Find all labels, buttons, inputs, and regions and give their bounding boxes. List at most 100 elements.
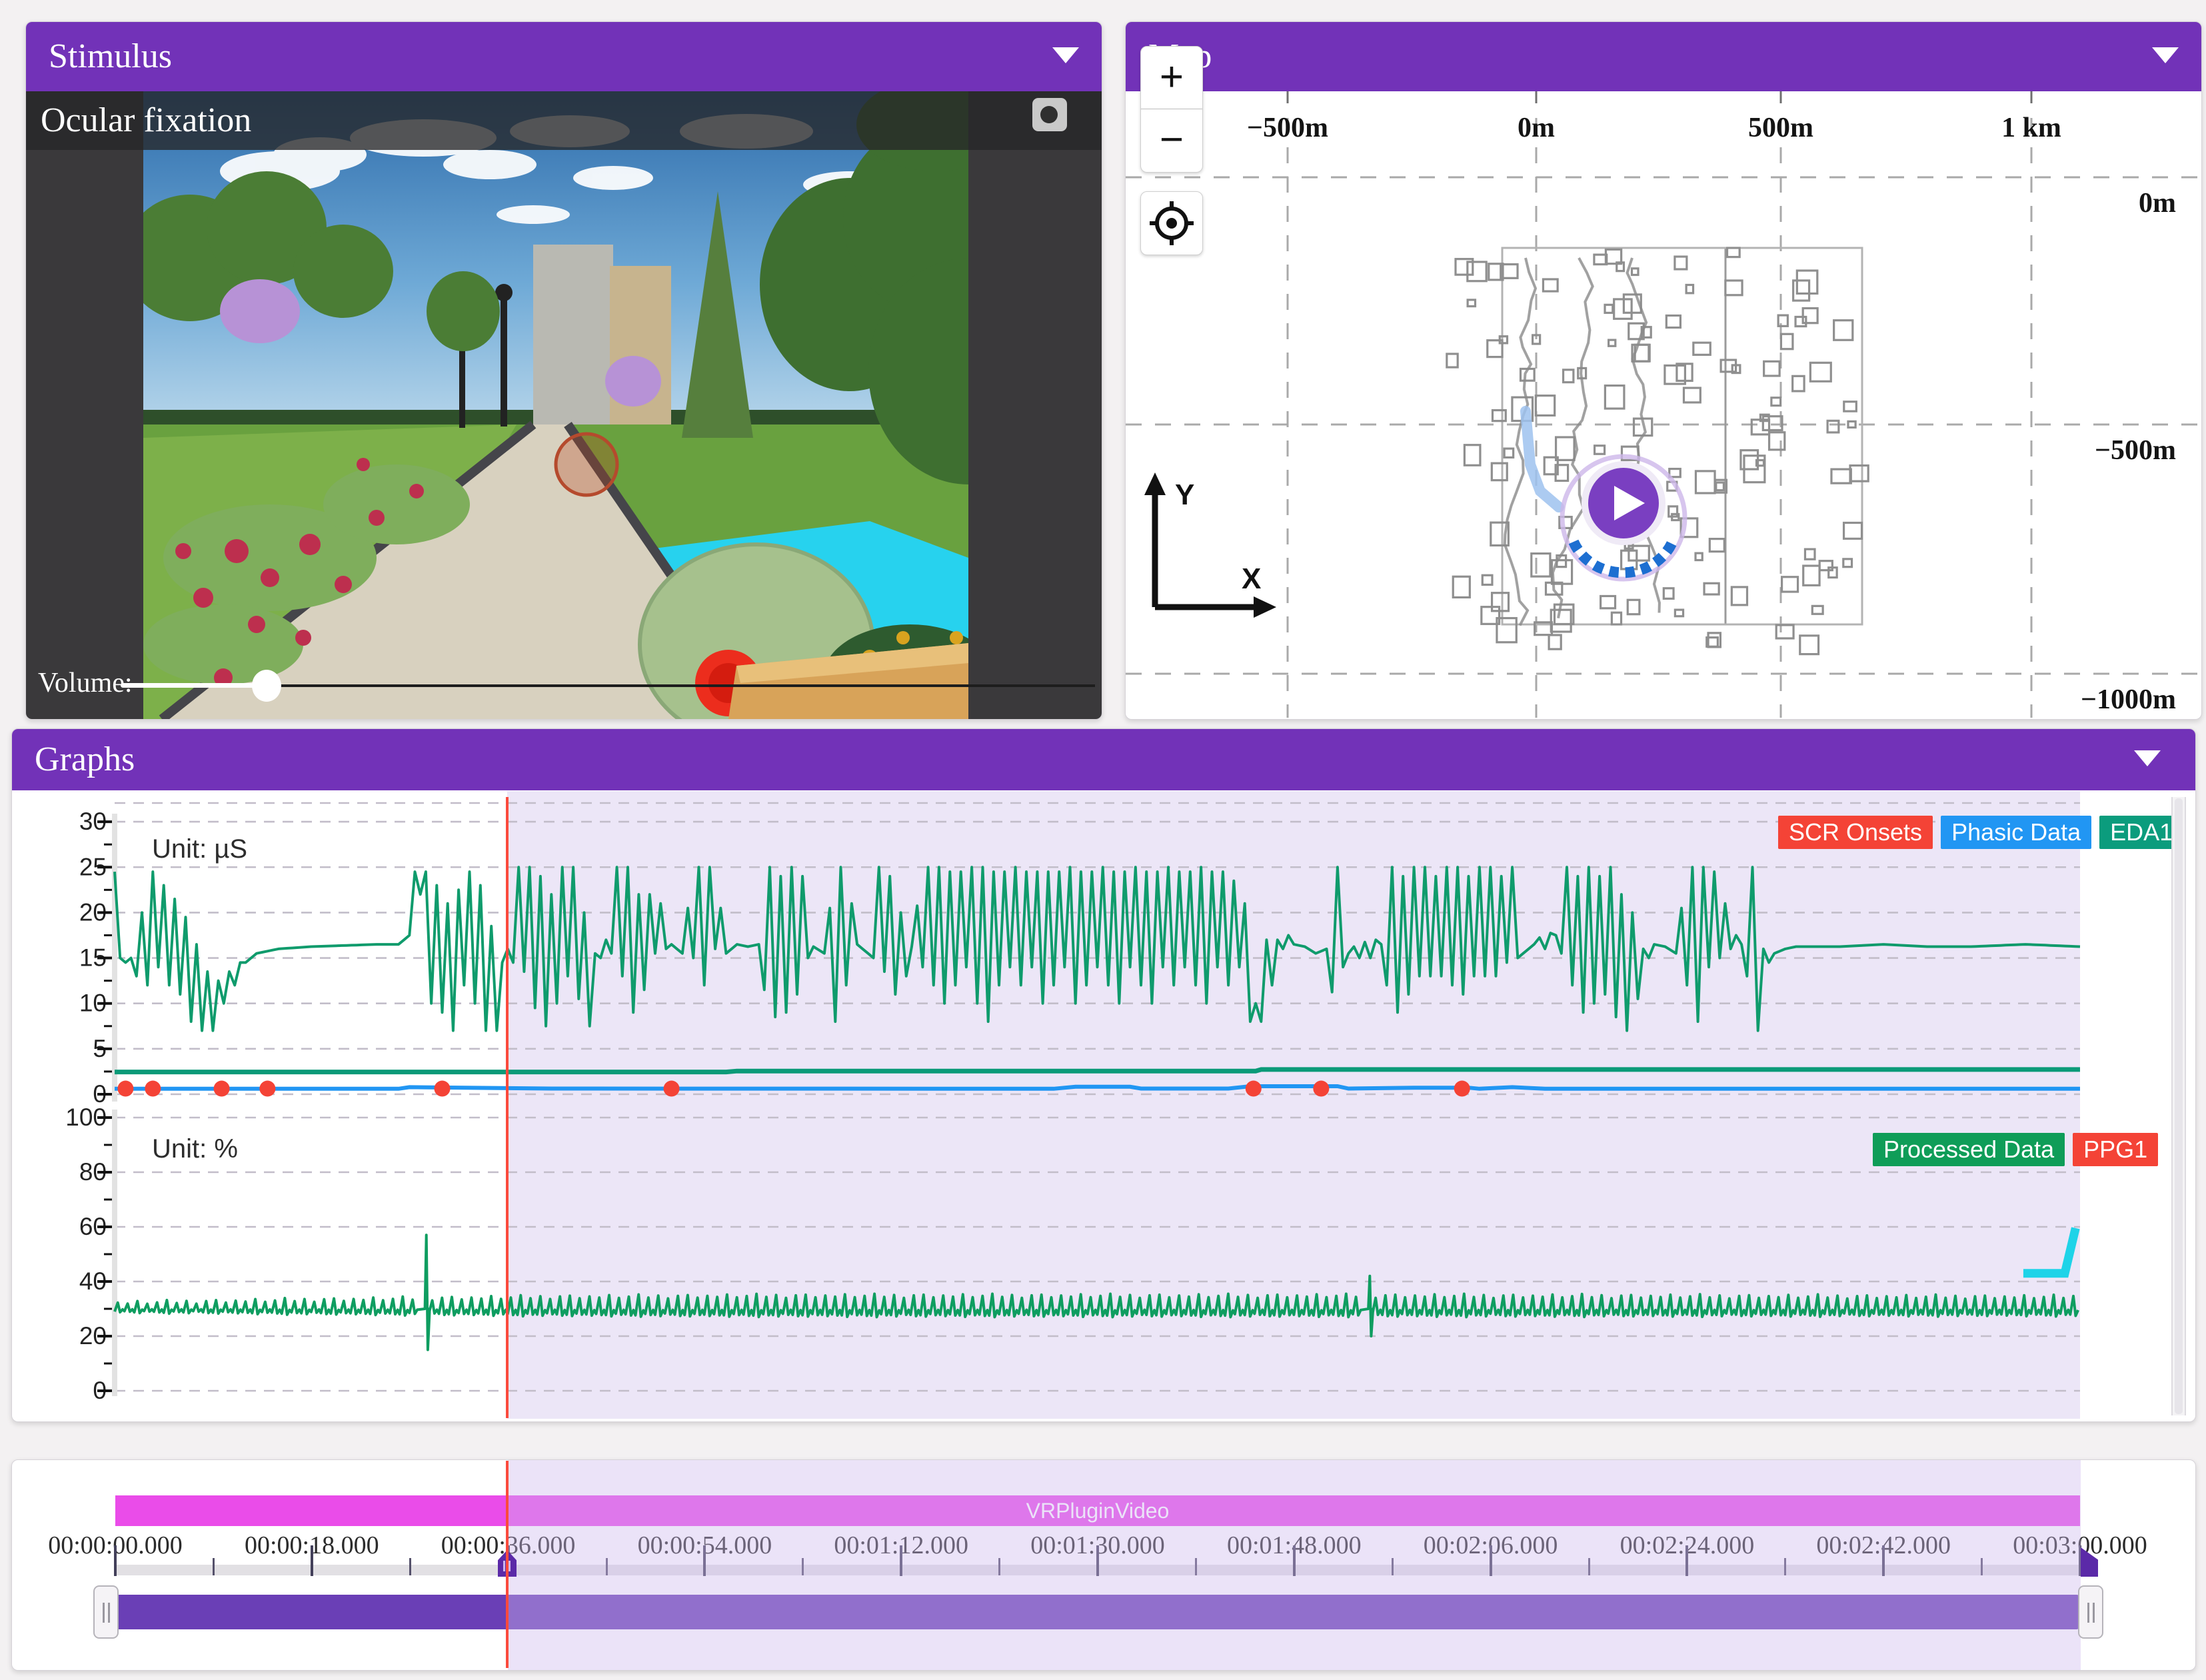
- site-plan-building: [1612, 612, 1621, 624]
- timeline-major-tick: [900, 1545, 902, 1576]
- site-plan-building: [1564, 370, 1574, 383]
- zoom-button-group: + −: [1140, 46, 1203, 173]
- scr-onset-dot: [435, 1081, 451, 1097]
- site-plan-building: [1605, 386, 1624, 409]
- stimulus-title: Stimulus: [49, 37, 172, 75]
- zoom-out-button[interactable]: −: [1141, 109, 1202, 172]
- timeline-minor-tick: [606, 1558, 608, 1575]
- picture-in-picture-icon[interactable]: [1032, 98, 1067, 131]
- timeline-minor-tick: [1981, 1558, 1983, 1575]
- timeline-minor-tick: [1195, 1558, 1197, 1575]
- legend-scr-onsets[interactable]: SCR Onsets: [1778, 816, 1933, 849]
- chevron-down-icon[interactable]: [2134, 750, 2161, 766]
- chevron-down-icon[interactable]: [1052, 47, 1079, 63]
- recenter-button[interactable]: [1140, 191, 1203, 255]
- stimulus-header[interactable]: Stimulus: [26, 22, 1102, 91]
- scr-onset-dot: [214, 1081, 230, 1097]
- caption-text: Ocular fixation: [41, 101, 251, 139]
- site-plan-building: [1769, 432, 1785, 450]
- timeline-major-tick: [1490, 1545, 1492, 1576]
- map-y-label: 0m: [2139, 188, 2176, 219]
- site-plan-building: [1695, 471, 1715, 493]
- site-plan-building: [1848, 421, 1855, 427]
- site-plan-building: [1482, 575, 1492, 584]
- playback-cursor-graphs: [506, 797, 509, 1418]
- legend-phasic-data[interactable]: Phasic Data: [1941, 816, 2091, 849]
- site-plan-building: [1683, 388, 1700, 403]
- timeline-minor-tick: [1588, 1558, 1590, 1575]
- site-plan-building: [1810, 363, 1831, 381]
- graphs-header[interactable]: Graphs: [12, 729, 2195, 790]
- timeline-major-tick: [1685, 1545, 1688, 1576]
- site-plan-building: [1464, 445, 1480, 466]
- site-plan-building: [1468, 300, 1475, 307]
- event-marker: [2027, 1232, 2074, 1273]
- chart1-unit-label: Unit: µS: [152, 834, 247, 864]
- site-plan-building: [1843, 559, 1852, 567]
- site-plan-building: [1453, 576, 1470, 597]
- timeline-major-tick: [1096, 1545, 1099, 1576]
- site-plan-building: [1764, 361, 1779, 376]
- site-plan-building: [1693, 343, 1710, 355]
- range-slider-bar[interactable]: [115, 1595, 2080, 1629]
- scr-onset-dot: [1246, 1081, 1262, 1097]
- chart2-legend: Processed DataPPG1: [1873, 1133, 2158, 1166]
- graphs-scrollbar[interactable]: [2171, 797, 2186, 1415]
- site-plan-building: [1850, 466, 1868, 482]
- legend-processed-data[interactable]: Processed Data: [1873, 1133, 2065, 1166]
- chart1-legend: SCR OnsetsPhasic DataEDA1: [1778, 816, 2183, 849]
- volume-track-filled[interactable]: [121, 683, 267, 688]
- chevron-down-icon[interactable]: [2152, 47, 2179, 63]
- video-clip-bar[interactable]: VRPluginVideo: [115, 1495, 2080, 1526]
- site-plan-building: [1595, 446, 1605, 454]
- site-plan-building: [1543, 279, 1558, 291]
- scrollbar-thumb[interactable]: [2175, 798, 2183, 1414]
- legend-ppg1[interactable]: PPG1: [2073, 1133, 2158, 1166]
- volume-knob[interactable]: [252, 670, 281, 702]
- site-plan-building: [1716, 482, 1724, 490]
- range-handle-right[interactable]: [2078, 1585, 2103, 1639]
- map-x-label: 1 km: [2001, 113, 2061, 143]
- map-y-label: −1000m: [2081, 684, 2176, 715]
- map-x-label: 0m: [1518, 113, 1555, 143]
- map-y-label: −500m: [2095, 435, 2176, 466]
- site-plan-building: [1844, 402, 1857, 411]
- scr-onset-dot: [259, 1081, 275, 1097]
- site-plan-building: [1549, 635, 1561, 649]
- axis-indicator: Y X: [1135, 467, 1282, 620]
- site-plan-building: [1776, 625, 1793, 638]
- scr-onset-dot: [664, 1081, 680, 1097]
- axis-x-label: X: [1242, 562, 1261, 595]
- map-header[interactable]: Map: [1126, 22, 2201, 91]
- caption-bar: Ocular fixation: [26, 91, 1102, 150]
- site-plan-building: [1492, 411, 1506, 421]
- zoom-in-button[interactable]: +: [1141, 47, 1202, 109]
- scr-onset-dot: [1313, 1081, 1329, 1097]
- site-plan-building: [1771, 398, 1781, 406]
- site-plan-building: [1760, 415, 1769, 420]
- site-plan-building: [1795, 317, 1806, 326]
- site-plan-building: [1663, 588, 1673, 599]
- site-plan-building: [1686, 285, 1693, 293]
- ppg-series: [115, 1235, 2078, 1349]
- volume-track[interactable]: [267, 684, 1095, 687]
- trajectory-path: [1526, 411, 1559, 507]
- site-plan-building: [1803, 566, 1819, 585]
- scr-onset-dot: [1454, 1081, 1470, 1097]
- site-plan-building: [1632, 269, 1638, 275]
- charts-plot[interactable]: 051015202530020406080100: [35, 796, 2103, 1406]
- timeline-minor-tick: [1784, 1558, 1786, 1575]
- axis-y-label: Y: [1175, 478, 1194, 511]
- map-canvas[interactable]: −500m0m500m1 km0m−500m−1000m: [1126, 91, 2200, 718]
- site-plan-building: [1675, 257, 1687, 269]
- map-x-label: 500m: [1748, 113, 1813, 143]
- site-plan-building: [1797, 271, 1817, 293]
- site-plan-building: [1468, 262, 1486, 281]
- site-plan-building: [1628, 600, 1640, 614]
- site-plan-building: [1778, 315, 1787, 326]
- site-plan-building: [1805, 549, 1815, 559]
- stimulus-video[interactable]: Ocular fixation Volume:: [26, 91, 1102, 719]
- range-handle-left[interactable]: [93, 1585, 119, 1639]
- timeline-minor-tick: [1392, 1558, 1394, 1575]
- site-plan-building: [1793, 281, 1809, 301]
